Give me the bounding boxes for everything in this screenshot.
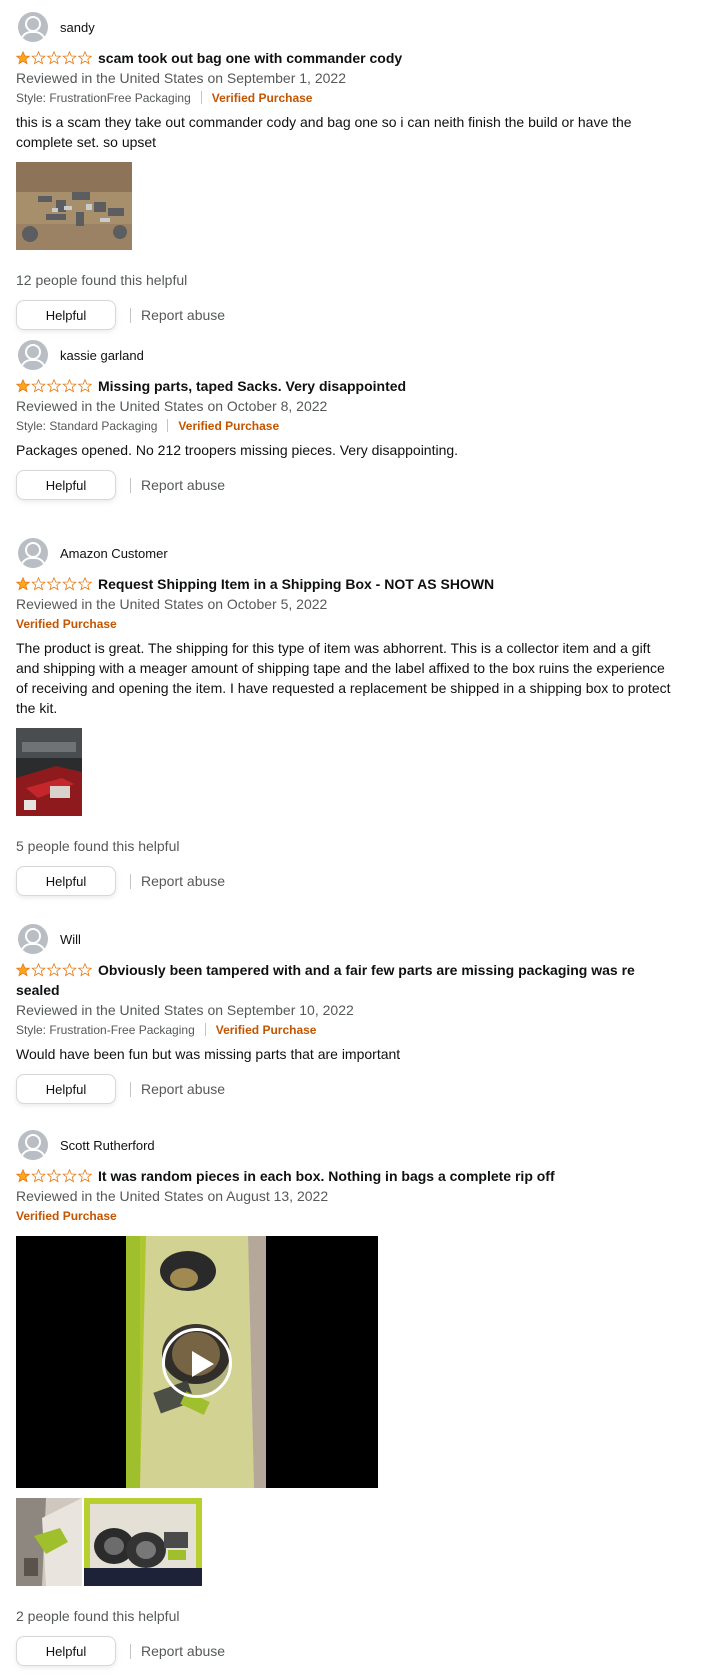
reviewer-name: Amazon Customer xyxy=(60,545,168,561)
review-date: Reviewed in the United States on Septemb… xyxy=(16,1002,354,1018)
helpful-button[interactable]: Helpful xyxy=(16,300,116,330)
avatar-icon xyxy=(18,340,48,370)
review-title[interactable]: Missing parts, taped Sacks. Very disappo… xyxy=(98,378,406,394)
verified-purchase-badge: Verified Purchase xyxy=(178,419,280,433)
divider xyxy=(130,1081,131,1097)
verified-purchase-badge: Verified Purchase xyxy=(215,1023,317,1037)
reviewer-profile[interactable]: Amazon Customer xyxy=(16,536,676,570)
review-date: Reviewed in the United States on October… xyxy=(16,398,328,414)
divider xyxy=(130,1643,131,1659)
divider xyxy=(204,1023,206,1036)
review-style[interactable]: Style: Standard Packaging xyxy=(16,419,157,433)
avatar-icon xyxy=(18,1130,48,1160)
avatar-icon xyxy=(18,538,48,568)
review-date: Reviewed in the United States on Septemb… xyxy=(16,70,346,86)
review-body: Packages opened. No 212 troopers missing… xyxy=(16,442,459,458)
report-abuse-link[interactable]: Report abuse xyxy=(141,1081,225,1097)
divider xyxy=(167,419,169,432)
verified-purchase-badge: Verified Purchase xyxy=(16,617,117,631)
review-title[interactable]: Request Shipping Item in a Shipping Box … xyxy=(98,576,494,592)
verified-purchase-badge: Verified Purchase xyxy=(211,91,313,105)
review-image[interactable] xyxy=(84,1498,202,1586)
helpful-button[interactable]: Helpful xyxy=(16,866,116,896)
helpful-button[interactable]: Helpful xyxy=(16,470,116,500)
review-title[interactable]: scam took out bag one with commander cod… xyxy=(98,50,402,66)
review-title[interactable]: Obviously been tampered with and a fair … xyxy=(16,962,635,998)
review-3: Amazon Customer Request Shipping Item in… xyxy=(16,536,676,896)
reviewer-profile[interactable]: sandy xyxy=(16,10,676,44)
divider xyxy=(130,307,131,323)
review-body: this is a scam they take out commander c… xyxy=(16,114,632,150)
one-star-rating-icon xyxy=(16,51,92,65)
play-icon[interactable] xyxy=(162,1328,232,1398)
helpful-count: 2 people found this helpful xyxy=(16,1608,180,1624)
review-style[interactable]: Style: Frustration-Free Packaging xyxy=(16,1023,195,1037)
review-5: Scott Rutherford It was random pieces in… xyxy=(16,1128,676,1666)
reviewer-profile[interactable]: Will xyxy=(16,922,676,956)
review-body: Would have been fun but was missing part… xyxy=(16,1046,401,1062)
avatar-icon xyxy=(18,924,48,954)
review-image[interactable] xyxy=(16,1498,82,1586)
reviewer-name: Will xyxy=(60,931,81,947)
report-abuse-link[interactable]: Report abuse xyxy=(141,477,225,493)
report-abuse-link[interactable]: Report abuse xyxy=(141,1643,225,1659)
divider xyxy=(130,477,131,493)
reviewer-name: sandy xyxy=(60,19,95,35)
helpful-count: 12 people found this helpful xyxy=(16,272,188,288)
review-title[interactable]: It was random pieces in each box. Nothin… xyxy=(98,1168,555,1184)
reviewer-name: kassie garland xyxy=(60,347,144,363)
review-1: sandy scam took out bag one with command… xyxy=(16,10,676,330)
divider xyxy=(130,873,131,889)
one-star-rating-icon xyxy=(16,1169,92,1183)
report-abuse-link[interactable]: Report abuse xyxy=(141,307,225,323)
review-style[interactable]: Style: FrustrationFree Packaging xyxy=(16,91,191,105)
avatar-icon xyxy=(18,12,48,42)
verified-purchase-badge: Verified Purchase xyxy=(16,1209,117,1223)
review-image[interactable] xyxy=(16,162,132,250)
reviewer-profile[interactable]: kassie garland xyxy=(16,338,676,372)
review-image[interactable] xyxy=(16,728,82,816)
review-date: Reviewed in the United States on August … xyxy=(16,1188,329,1204)
review-body: The product is great. The shipping for t… xyxy=(16,640,671,716)
helpful-button[interactable]: Helpful xyxy=(16,1074,116,1104)
reviewer-name: Scott Rutherford xyxy=(60,1137,155,1153)
one-star-rating-icon xyxy=(16,963,92,977)
helpful-count: 5 people found this helpful xyxy=(16,838,180,854)
review-date: Reviewed in the United States on October… xyxy=(16,596,328,612)
one-star-rating-icon xyxy=(16,577,92,591)
one-star-rating-icon xyxy=(16,379,92,393)
review-video[interactable] xyxy=(16,1236,378,1488)
review-2: kassie garland Missing parts, taped Sack… xyxy=(16,338,676,500)
review-4: Will Obviously been tampered with and a … xyxy=(16,922,676,1104)
helpful-button[interactable]: Helpful xyxy=(16,1636,116,1666)
reviewer-profile[interactable]: Scott Rutherford xyxy=(16,1128,676,1162)
divider xyxy=(200,91,202,104)
report-abuse-link[interactable]: Report abuse xyxy=(141,873,225,889)
